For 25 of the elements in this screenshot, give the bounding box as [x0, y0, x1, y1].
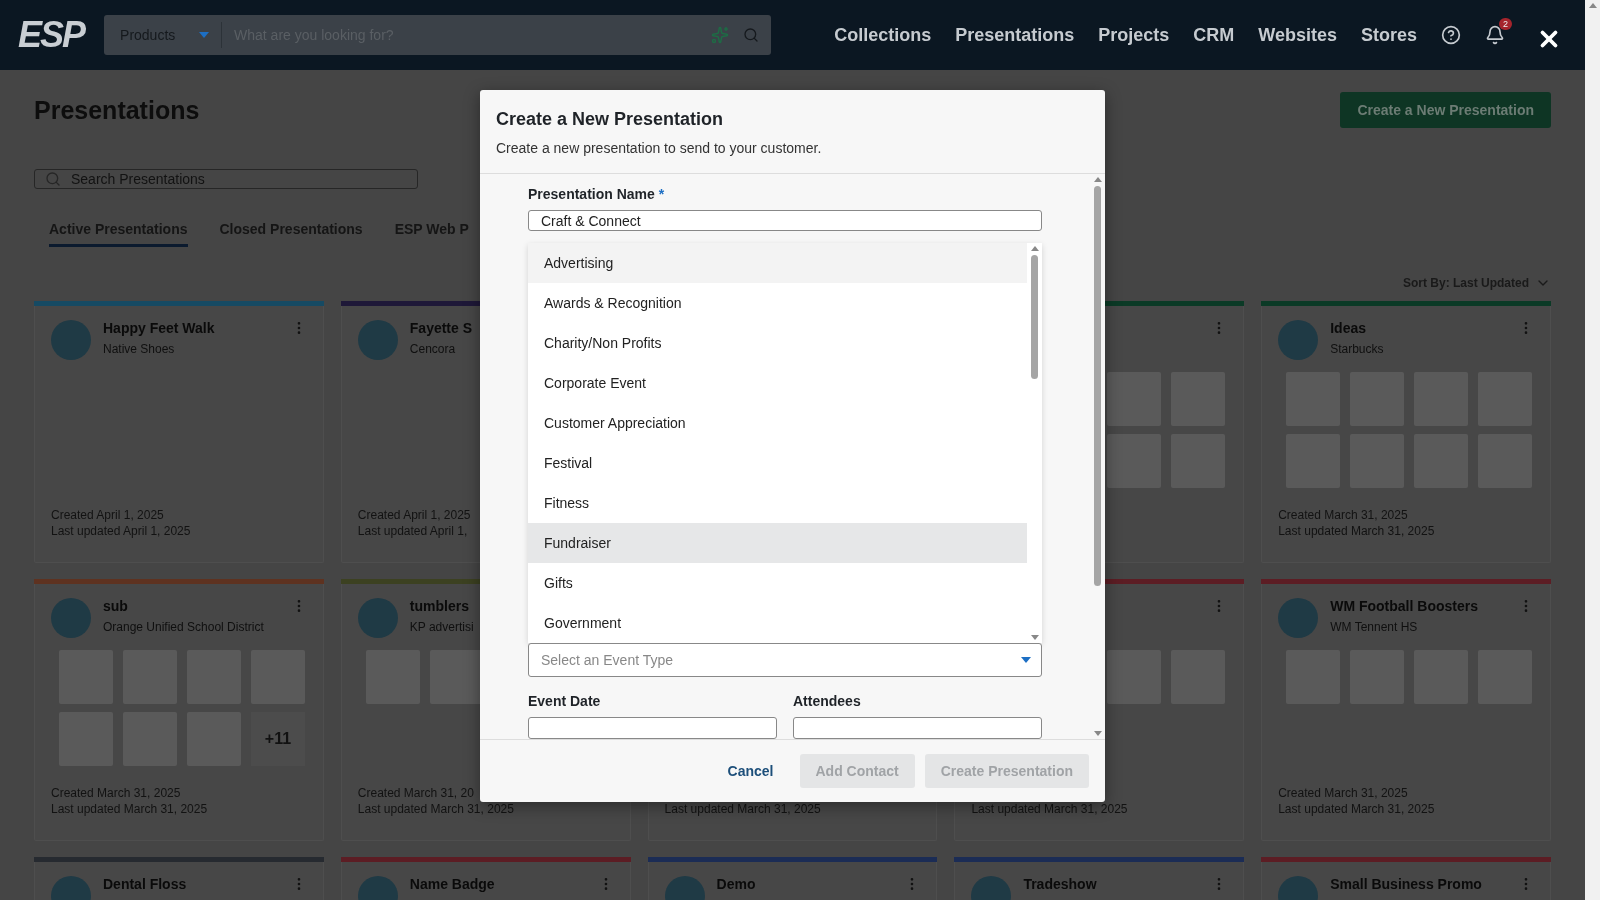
card-title: Fayette S	[409, 320, 473, 336]
card-title: WM Football Boosters	[1330, 598, 1478, 614]
card-title: Ideas	[1330, 320, 1366, 336]
page-title: Presentations	[34, 95, 200, 125]
card-title: Demo	[716, 876, 756, 892]
card-title: Happy Feet Walk	[103, 320, 215, 336]
field-label: Event Date	[528, 693, 602, 709]
dialog-subtitle: Create a new presentation to send to your customer.	[496, 140, 823, 156]
more-count: +11	[251, 712, 305, 766]
card-subtitle: Native Shoes	[103, 342, 175, 356]
field-label: Presentation Name *	[528, 186, 666, 202]
card-title: Dental Floss	[103, 876, 187, 892]
notification-count: 2	[1499, 18, 1512, 30]
card-subtitle: Cencora	[409, 342, 456, 356]
card-subtitle: Starbucks	[1330, 342, 1384, 356]
card-title: Name Badge	[409, 876, 495, 892]
card-title: sub	[103, 598, 128, 614]
field-label: Attendees	[793, 693, 862, 709]
card-subtitle: WM Tennent HS	[1330, 620, 1418, 634]
dialog-title: Create a New Presentation	[496, 109, 725, 130]
card-title: Small Business Promo	[1330, 876, 1482, 892]
card-subtitle: Orange Unified School District	[103, 620, 264, 634]
card-title: tumblers	[409, 598, 469, 614]
card-subtitle: KP advertisi	[409, 620, 474, 634]
card-title: Tradeshow	[1023, 876, 1097, 892]
